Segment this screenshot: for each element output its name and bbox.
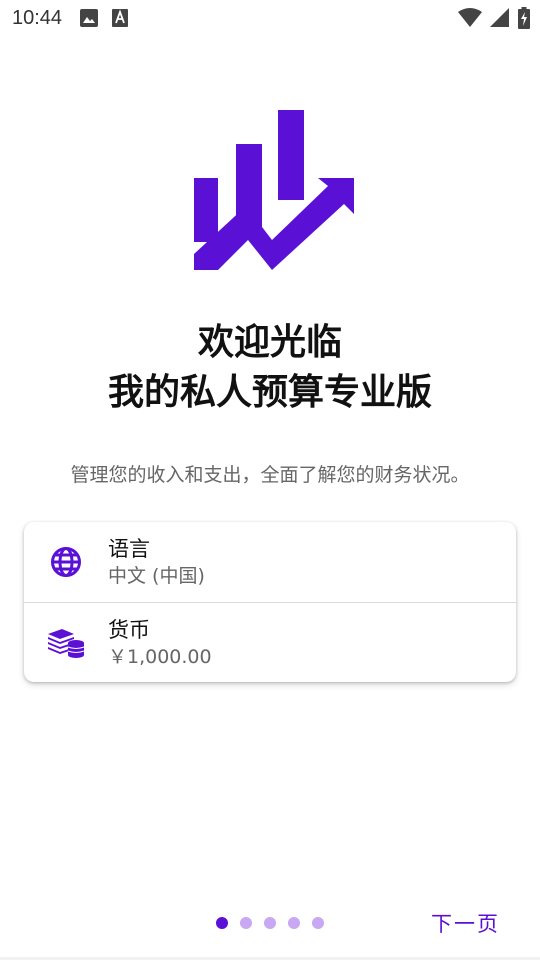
image-icon bbox=[80, 9, 99, 27]
page-dot-3 bbox=[264, 917, 276, 929]
page-dot-1 bbox=[216, 917, 228, 929]
language-label: 语言 bbox=[108, 537, 150, 561]
page-dot-2 bbox=[240, 917, 252, 929]
money-icon-wrap bbox=[24, 628, 108, 658]
language-setting-row[interactable]: 语言 中文 (中国) bbox=[24, 522, 516, 602]
language-value: 中文 (中国) bbox=[108, 565, 205, 587]
welcome-screen: 10:44 欢迎光临 我的私人预算专业版 管理您的收入和支出，全面了解您的财务状… bbox=[0, 0, 540, 960]
app-logo-icon bbox=[194, 110, 354, 270]
welcome-subtitle: 管理您的收入和支出，全面了解您的财务状况。 bbox=[70, 464, 470, 486]
globe-icon-wrap bbox=[24, 546, 108, 578]
next-page-button[interactable]: 下一页 bbox=[431, 908, 500, 938]
welcome-title-line2: 我的私人预算专业版 bbox=[107, 372, 432, 413]
page-dot-4 bbox=[288, 917, 300, 929]
globe-icon bbox=[51, 547, 81, 577]
status-left-icons bbox=[80, 9, 129, 27]
wifi-icon bbox=[458, 8, 482, 27]
status-right-icons bbox=[458, 7, 530, 29]
status-bar: 10:44 bbox=[0, 0, 540, 36]
battery-charging-icon bbox=[518, 7, 530, 29]
language-text: 语言 中文 (中国) bbox=[108, 535, 205, 589]
text-a-icon bbox=[112, 9, 129, 27]
signal-icon bbox=[490, 8, 509, 27]
page-dot-5 bbox=[312, 917, 324, 929]
money-stack-icon bbox=[48, 628, 85, 658]
page-indicator bbox=[216, 917, 324, 929]
currency-setting-row[interactable]: 货币 ￥1,000.00 bbox=[24, 602, 516, 682]
welcome-title: 欢迎光临 我的私人预算专业版 bbox=[0, 318, 540, 418]
welcome-title-line1: 欢迎光临 bbox=[197, 322, 342, 363]
currency-text: 货币 ￥1,000.00 bbox=[108, 616, 212, 670]
status-time: 10:44 bbox=[12, 6, 63, 29]
currency-label: 货币 bbox=[108, 617, 150, 642]
settings-card: 语言 中文 (中国) 货币 ￥1,000.00 bbox=[24, 522, 516, 682]
currency-value: ￥1,000.00 bbox=[108, 645, 212, 668]
